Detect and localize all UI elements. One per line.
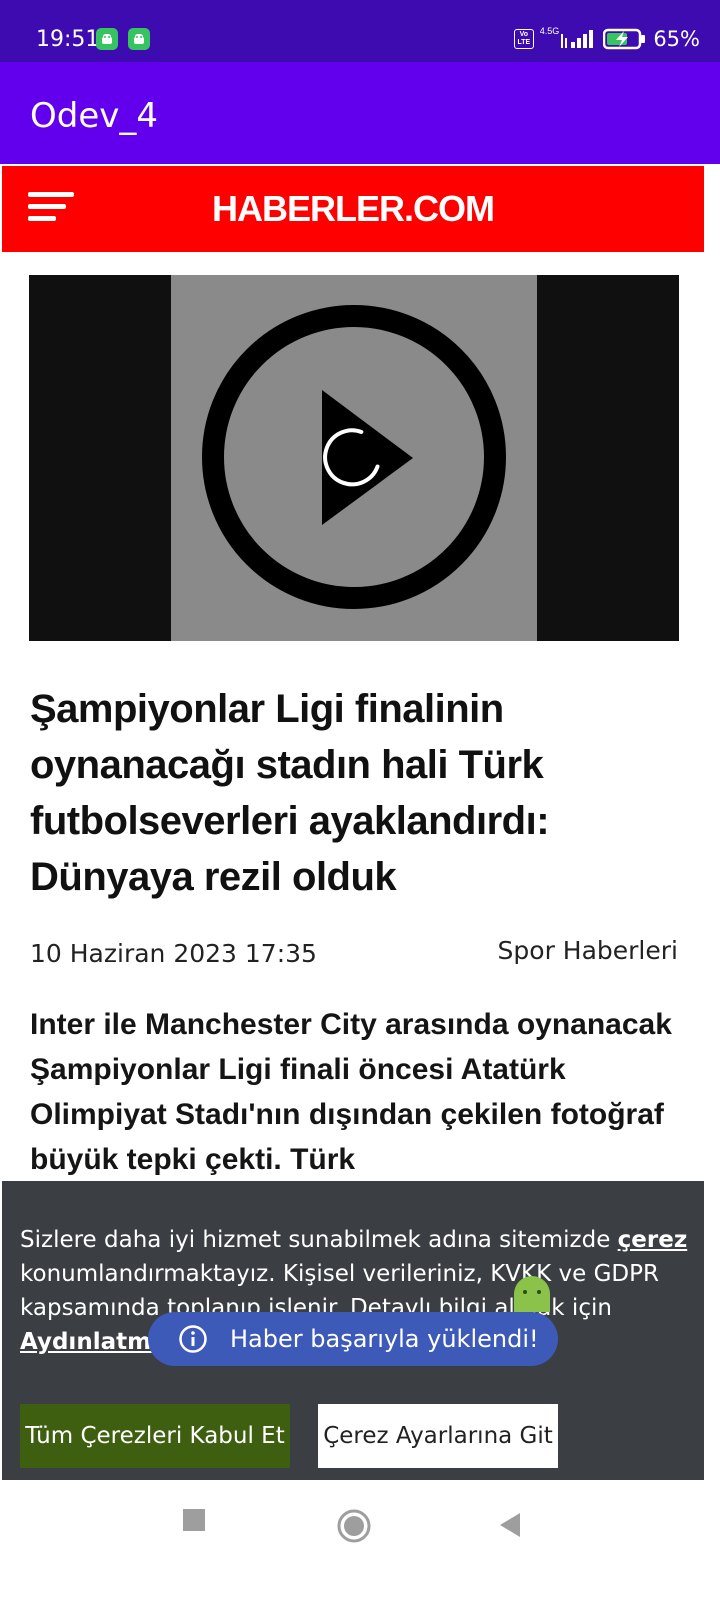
volte-icon: Vo LTE xyxy=(513,29,534,49)
notification-android-icon xyxy=(96,28,118,50)
battery-charging-icon xyxy=(603,28,646,50)
toast-message: Haber başarıyla yüklendi! xyxy=(230,1325,539,1353)
article-summary: Inter ile Manchester City arasında oynan… xyxy=(30,1008,672,1176)
privacy-notice-link[interactable]: Aydınlatma xyxy=(20,1329,167,1355)
play-icon[interactable] xyxy=(202,305,506,609)
app-title: Odev_4 xyxy=(30,96,159,136)
info-icon xyxy=(179,1325,207,1353)
article-date: 10 Haziran 2023 17:35 xyxy=(30,939,317,968)
signal-icon xyxy=(561,30,594,48)
article-headline: Şampiyonlar Ligi finalinin oynanacağı st… xyxy=(30,687,550,899)
status-bar: 19:51 Vo LTE 4.5G 65% xyxy=(0,0,720,62)
article-category[interactable]: Spor Haberleri xyxy=(498,936,678,965)
navigation-bar xyxy=(0,1480,720,1600)
toast: Haber başarıyla yüklendi! xyxy=(148,1312,558,1366)
battery-percentage: 65% xyxy=(653,27,700,51)
app-bar: Odev_4 xyxy=(0,62,720,164)
video-player[interactable] xyxy=(29,275,679,641)
cookie-link[interactable]: çerez xyxy=(618,1227,688,1253)
back-icon[interactable] xyxy=(498,1512,522,1538)
cookie-text-part1: Sizlere daha iyi hizmet sunabilmek adına… xyxy=(20,1227,618,1253)
cookie-settings-button[interactable]: Çerez Ayarlarına Git xyxy=(318,1404,558,1468)
site-header: HABERLER.COM xyxy=(2,166,704,252)
accept-all-cookies-button[interactable]: Tüm Çerezleri Kabul Et xyxy=(20,1404,290,1468)
android-logo-icon xyxy=(514,1276,550,1312)
recent-apps-icon[interactable] xyxy=(182,1508,206,1532)
network-type-label: 4.5G xyxy=(539,26,560,36)
home-icon[interactable] xyxy=(336,1508,372,1544)
site-logo[interactable]: HABERLER.COM xyxy=(2,188,704,230)
notification-android-icon xyxy=(128,28,150,50)
status-time: 19:51 xyxy=(36,27,100,52)
